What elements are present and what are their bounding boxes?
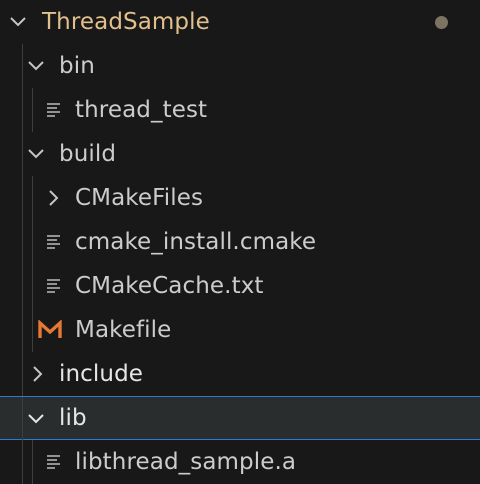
indent-guide [32,264,33,308]
file-label: CMakeCache.txt [75,273,264,299]
tree-file-cmake-install[interactable]: cmake_install.cmake [0,220,480,264]
tree-folder-bin[interactable]: bin [0,44,480,88]
indent-guide [22,132,23,176]
indent-guide [22,308,23,352]
chevron-down-icon[interactable] [8,14,28,30]
indent-guide [32,308,33,352]
file-label: Makefile [75,317,172,343]
folder-label: include [59,361,144,387]
makefile-icon [38,320,62,340]
indent-guide [22,440,23,484]
chevron-down-icon[interactable] [26,58,46,74]
modified-dot-icon [435,16,448,29]
folder-label: build [59,141,117,167]
tree-folder-build[interactable]: build [0,132,480,176]
indent-guide [32,88,33,132]
tree-root-label: ThreadSample [42,9,210,35]
chevron-right-icon[interactable] [44,190,64,206]
folder-label: CMakeFiles [75,185,204,211]
file-label: cmake_install.cmake [75,229,317,255]
tree-file-makefile[interactable]: Makefile [0,308,480,352]
indent-guide [22,44,23,88]
indent-guide [22,397,23,441]
indent-guide [22,264,23,308]
tree-folder-include[interactable]: include [0,352,480,396]
indent-guide [22,352,23,396]
text-file-icon [46,453,64,471]
tree-file-cmakecache[interactable]: CMakeCache.txt [0,264,480,308]
file-explorer-tree: ThreadSample bin thread_test build CMake… [0,0,480,484]
tree-folder-lib[interactable]: lib [0,396,480,441]
tree-file-thread-test[interactable]: thread_test [0,88,480,132]
indent-guide [22,88,23,132]
chevron-right-icon[interactable] [28,366,48,382]
indent-guide [22,220,23,264]
folder-label: bin [59,53,95,79]
indent-guide [32,220,33,264]
file-label: libthread_sample.a [75,449,297,475]
tree-root-threadsample[interactable]: ThreadSample [0,0,480,44]
indent-guide [32,176,33,220]
tree-folder-cmakefiles[interactable]: CMakeFiles [0,176,480,220]
chevron-down-icon[interactable] [26,411,46,427]
text-file-icon [46,277,64,295]
indent-guide [32,440,33,484]
tree-file-libthread-sample[interactable]: libthread_sample.a [0,440,480,484]
chevron-down-icon[interactable] [26,146,46,162]
folder-label: lib [59,405,87,431]
indent-guide [22,176,23,220]
text-file-icon [46,233,64,251]
text-file-icon [46,101,64,119]
file-label: thread_test [75,97,208,123]
